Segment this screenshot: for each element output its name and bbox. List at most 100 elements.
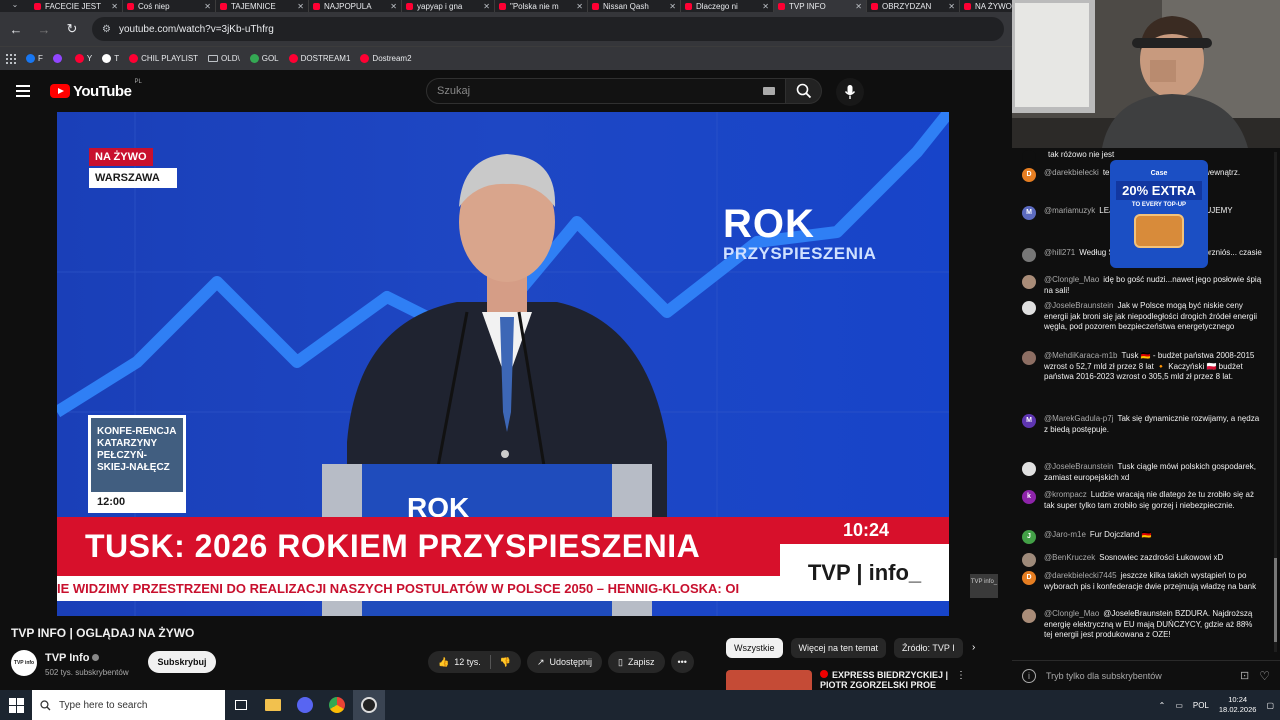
chat-author[interactable]: @darekbielecki: [1044, 168, 1099, 177]
site-info-icon[interactable]: ⚙: [102, 24, 111, 35]
chip-all[interactable]: Wszystkie: [726, 638, 783, 658]
voice-search-button[interactable]: [836, 78, 864, 106]
chat-avatar[interactable]: [1022, 462, 1036, 476]
chat-avatar[interactable]: [1022, 609, 1036, 623]
close-tab-icon[interactable]: ✕: [855, 2, 862, 11]
chat-author[interactable]: @mariamuzyk: [1044, 206, 1095, 215]
chat-author[interactable]: @JoseleBraunstein: [1044, 301, 1114, 310]
more-vertical-icon[interactable]: ⋮: [956, 670, 966, 690]
browser-tab[interactable]: NA ŻYWO✕: [960, 0, 1012, 12]
chat-avatar[interactable]: M: [1022, 414, 1036, 428]
bookmark-item[interactable]: F: [26, 54, 43, 63]
language-indicator[interactable]: POL: [1193, 701, 1209, 710]
chip-more-on-topic[interactable]: Więcej na ten temat: [790, 638, 887, 658]
bookmark-item[interactable]: OLD\: [208, 54, 240, 63]
chat-avatar[interactable]: [1022, 553, 1036, 567]
bookmark-item[interactable]: DOSTREAM1: [288, 54, 350, 63]
chat-author[interactable]: @MehdiKaraca-m1b: [1044, 351, 1117, 360]
chat-avatar[interactable]: [1022, 301, 1036, 315]
chat-avatar[interactable]: [1022, 150, 1036, 164]
share-button[interactable]: ↗ Udostępnij: [526, 651, 603, 673]
browser-tab[interactable]: "Polska nie m ✕: [495, 0, 588, 12]
obs-icon[interactable]: [353, 690, 385, 720]
subscribe-button[interactable]: Subskrybuj: [148, 651, 216, 673]
tray-chevron-up-icon[interactable]: ⌃: [1159, 701, 1166, 710]
close-tab-icon[interactable]: ✕: [483, 2, 490, 11]
browser-tab[interactable]: NAJPOPULA ✕: [309, 0, 402, 12]
browser-tab[interactable]: OBRZYDZAN ✕: [867, 0, 960, 12]
info-icon[interactable]: i: [1022, 668, 1036, 683]
chat-avatar[interactable]: [1022, 248, 1036, 262]
chat-author[interactable]: @MarekGadula-p7j: [1044, 414, 1113, 423]
close-tab-icon[interactable]: ✕: [204, 2, 211, 11]
more-actions-button[interactable]: •••: [670, 651, 694, 673]
switch-view-icon[interactable]: ⊡: [1240, 669, 1249, 682]
chat-avatar[interactable]: J: [1022, 530, 1036, 544]
taskbar-search[interactable]: Type here to search: [32, 690, 225, 720]
chat-avatar[interactable]: M: [1022, 206, 1036, 220]
chat-author[interactable]: @Jaro-m1e: [1044, 530, 1086, 539]
file-explorer-icon[interactable]: [257, 690, 289, 720]
chat-avatar[interactable]: [1022, 351, 1036, 365]
dislike-button[interactable]: 👎: [500, 657, 511, 668]
bookmark-item[interactable]: [52, 54, 65, 63]
discord-icon[interactable]: [289, 690, 321, 720]
heart-icon[interactable]: ♡: [1259, 669, 1270, 683]
sponsor-ad[interactable]: Case 20% EXTRA TO EVERY TOP-UP: [1110, 160, 1208, 268]
forward-icon[interactable]: →: [36, 22, 52, 37]
chat-avatar[interactable]: k: [1022, 490, 1036, 504]
chat-avatar[interactable]: D: [1022, 571, 1036, 585]
browser-tab[interactable]: TVP INFO ✕: [774, 0, 867, 12]
notifications-icon[interactable]: ▢: [1266, 701, 1274, 710]
chat-author[interactable]: @BenKruczek: [1044, 553, 1095, 562]
tab-search-icon[interactable]: ⌄: [0, 0, 30, 12]
chat-author[interactable]: @Clongle_Mao: [1044, 609, 1099, 618]
browser-tab[interactable]: Coś niep ✕: [123, 0, 216, 12]
windows-start-icon[interactable]: [0, 690, 32, 720]
chrome-icon[interactable]: [321, 690, 353, 720]
chat-author[interactable]: @darekbielecki7445: [1044, 571, 1117, 580]
recommended-title[interactable]: EXPRESS BIEDRZYCKIEJ | PIOTR ZGORZELSKI …: [820, 670, 948, 690]
close-tab-icon[interactable]: ✕: [948, 2, 955, 11]
browser-tab[interactable]: FACECIE JEST ✕: [30, 0, 123, 12]
close-tab-icon[interactable]: ✕: [762, 2, 769, 11]
browser-tab[interactable]: TAJEMNICE ✕: [216, 0, 309, 12]
close-tab-icon[interactable]: ✕: [111, 2, 118, 11]
like-button[interactable]: 👍 12 tys.: [438, 657, 481, 668]
recommended-thumbnail[interactable]: [726, 670, 812, 690]
youtube-logo[interactable]: YouTube PL: [50, 79, 142, 100]
save-button[interactable]: ▯ Zapisz: [608, 651, 665, 673]
close-tab-icon[interactable]: ✕: [576, 2, 583, 11]
bookmark-item[interactable]: Dostream2: [360, 54, 412, 63]
chat-author[interactable]: @krompacz: [1044, 490, 1087, 499]
back-icon[interactable]: ←: [8, 22, 24, 37]
apps-grid-icon[interactable]: [6, 53, 16, 64]
chevron-right-icon[interactable]: ›: [972, 642, 975, 653]
chat-avatar[interactable]: D: [1022, 168, 1036, 182]
bookmark-item[interactable]: CHIL PLAYLIST: [129, 54, 198, 63]
url-field[interactable]: ⚙ youtube.com/watch?v=3jKb-uThfrg: [92, 17, 1004, 41]
recommended-video[interactable]: EXPRESS BIEDRZYCKIEJ | PIOTR ZGORZELSKI …: [726, 670, 996, 690]
channel-avatar[interactable]: TVP info: [11, 649, 37, 676]
chat-author[interactable]: @JoseleBraunstein: [1044, 462, 1114, 471]
bookmark-item[interactable]: T: [102, 54, 119, 63]
close-tab-icon[interactable]: ✕: [390, 2, 397, 11]
network-icon[interactable]: ▭: [1175, 701, 1183, 710]
taskbar-clock[interactable]: 10:24 18.02.2026: [1219, 695, 1257, 715]
reload-icon[interactable]: ↻: [64, 21, 80, 37]
chat-scrollbar-thumb[interactable]: [1274, 558, 1277, 642]
browser-tab[interactable]: yapyap i gna ✕: [402, 0, 495, 12]
chat-author[interactable]: @Clongle_Mao: [1044, 275, 1099, 284]
chip-source[interactable]: Źródło: TVP I: [894, 638, 963, 658]
search-button[interactable]: [786, 78, 822, 104]
bookmark-item[interactable]: Y: [74, 54, 92, 63]
corner-channel-logo[interactable]: TVP info_: [970, 574, 998, 598]
close-tab-icon[interactable]: ✕: [297, 2, 304, 11]
browser-tab[interactable]: Dlaczego ni ✕: [681, 0, 774, 12]
browser-tab[interactable]: Nissan Qash ✕: [588, 0, 681, 12]
keyboard-icon[interactable]: [763, 87, 775, 95]
close-tab-icon[interactable]: ✕: [669, 2, 676, 11]
chat-author[interactable]: @hill271: [1044, 248, 1075, 257]
task-view-icon[interactable]: [225, 690, 257, 720]
bookmark-item[interactable]: GOL: [249, 54, 279, 63]
